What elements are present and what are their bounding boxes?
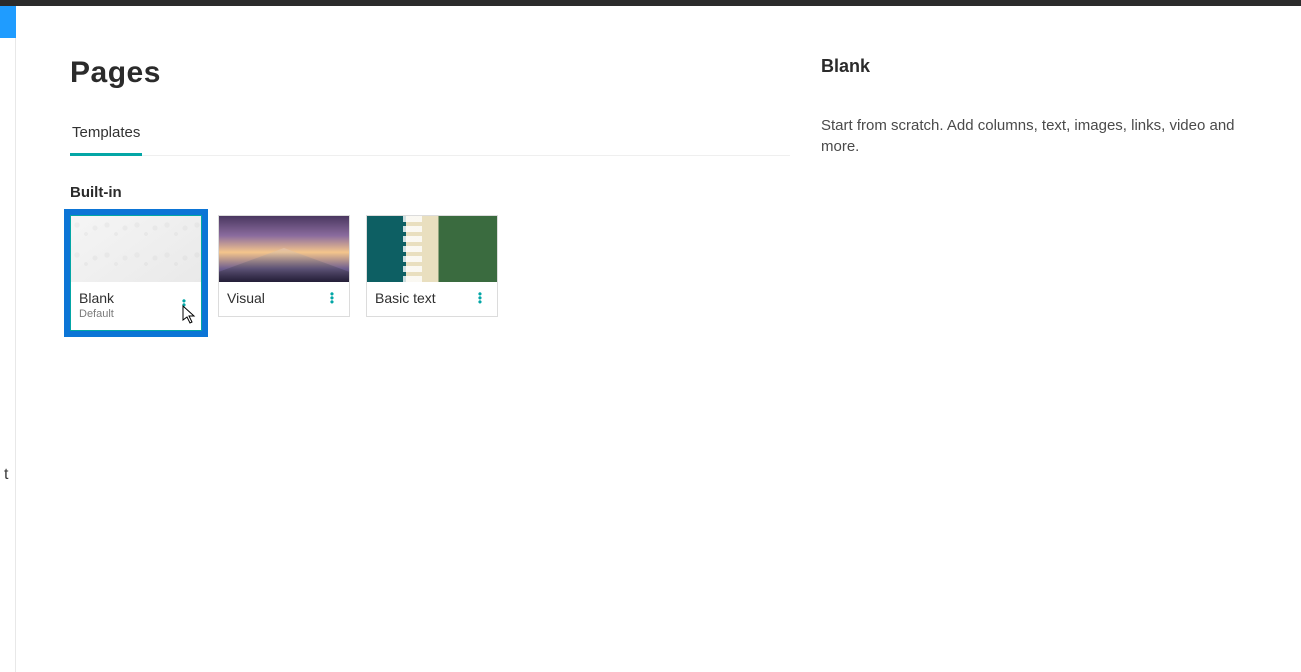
template-card-wrap: Blank Default •••: [70, 215, 202, 331]
details-panel: Blank Start from scratch. Add columns, t…: [821, 6, 1301, 672]
page-title: Pages: [70, 56, 821, 90]
template-card-title: Visual: [227, 290, 265, 306]
section-heading-builtin: Built-in: [70, 184, 821, 201]
more-vertical-icon[interactable]: •••: [471, 292, 489, 304]
template-card-title: Blank: [79, 290, 114, 306]
left-rail: t: [0, 6, 16, 672]
template-card-visual[interactable]: Visual •••: [218, 215, 350, 317]
more-vertical-icon[interactable]: •••: [175, 299, 193, 311]
left-rail-accent: [0, 6, 16, 38]
template-card-basic-text[interactable]: Basic text •••: [366, 215, 498, 317]
truncated-nav-text: t: [4, 466, 8, 484]
more-vertical-icon[interactable]: •••: [323, 292, 341, 304]
details-description: Start from scratch. Add columns, text, i…: [821, 115, 1275, 157]
main-panel: Pages Templates Built-in Blank Default •…: [16, 6, 821, 672]
template-card-wrap: Basic text •••: [366, 215, 498, 331]
details-title: Blank: [821, 56, 1275, 77]
template-thumbnail: [71, 216, 201, 282]
template-card-subtitle: Default: [79, 308, 114, 320]
template-card-list: Blank Default ••• Visual •••: [70, 215, 821, 331]
template-card-blank[interactable]: Blank Default •••: [70, 215, 202, 331]
template-card-body: Blank Default •••: [71, 282, 201, 330]
tab-underline-track: [70, 155, 790, 156]
template-card-body: Basic text •••: [367, 282, 497, 316]
template-thumbnail: [367, 216, 497, 282]
template-card-body: Visual •••: [219, 282, 349, 316]
template-card-title: Basic text: [375, 290, 436, 306]
tabs: Templates: [70, 120, 821, 156]
tab-templates[interactable]: Templates: [70, 120, 142, 156]
template-card-wrap: Visual •••: [218, 215, 350, 331]
template-thumbnail: [219, 216, 349, 282]
